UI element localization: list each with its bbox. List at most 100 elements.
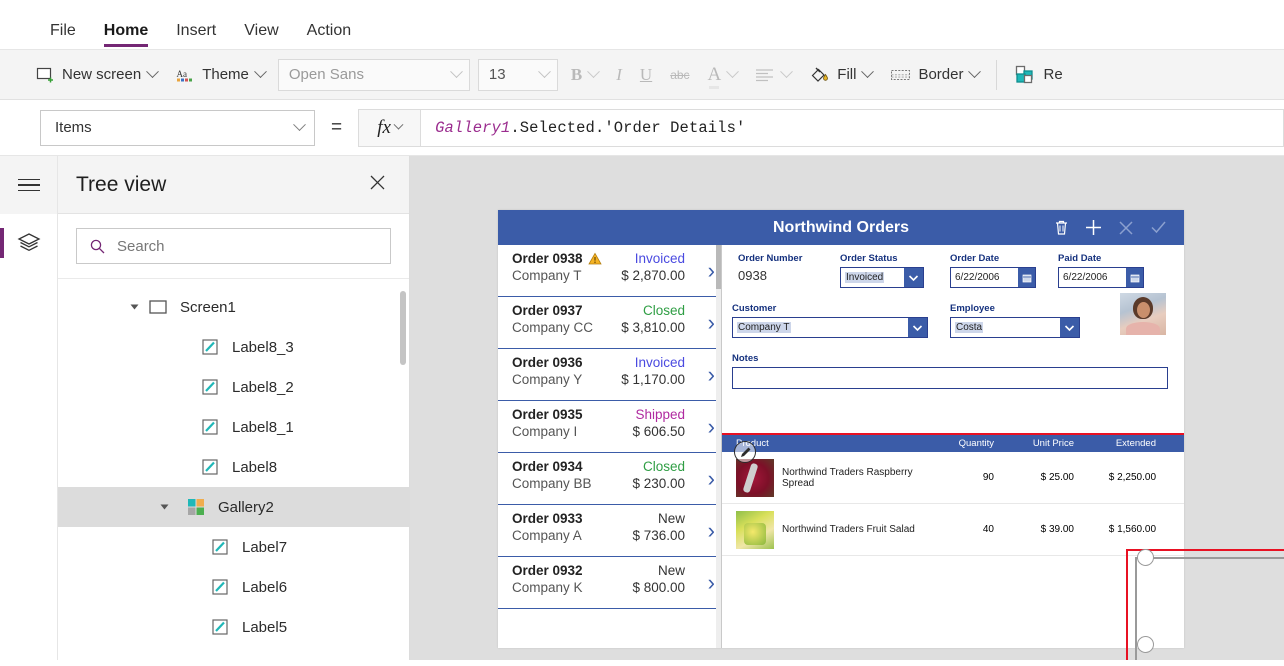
order-list-item[interactable]: Order 0937 Closed Company CC $ 3,810.00 …: [498, 297, 721, 349]
calendar-icon[interactable]: [1018, 268, 1035, 287]
font-color-button[interactable]: A: [699, 58, 747, 92]
menu-item-insert[interactable]: Insert: [162, 23, 230, 49]
chevron-right-icon[interactable]: ›: [708, 311, 715, 334]
tree-scrollbar[interactable]: [400, 291, 406, 365]
order-status-dropdown[interactable]: Invoiced: [840, 267, 924, 288]
rail-item-tree-view[interactable]: [0, 214, 57, 272]
order-list-item[interactable]: Order 0932 New Company K $ 800.00 ›: [498, 557, 721, 609]
order-date-input[interactable]: 6/22/2006: [950, 267, 1036, 288]
notes-input[interactable]: [732, 367, 1168, 389]
chevron-down-icon: [254, 65, 267, 79]
underline-button[interactable]: U: [631, 58, 661, 92]
new-order-button[interactable]: [1084, 218, 1103, 237]
tree-node-label8_3[interactable]: Label8_3: [58, 327, 409, 367]
tree-node-gallery2[interactable]: Gallery2: [58, 487, 409, 527]
tree-node-image3[interactable]: Image3: [58, 647, 409, 661]
tree-node-screen1[interactable]: Screen1: [58, 287, 409, 327]
main-area: Tree view Scre: [0, 156, 1284, 660]
resize-handle-middle-left[interactable]: [1137, 636, 1154, 653]
order-number: Order 0937: [512, 303, 583, 318]
gallery-scrollbar[interactable]: [716, 245, 721, 648]
close-icon[interactable]: [364, 169, 391, 200]
border-button[interactable]: Border: [881, 58, 988, 92]
order-details-gallery[interactable]: Product Quantity Unit Price Extended Nor…: [722, 433, 1184, 648]
customer-dropdown[interactable]: Company T: [732, 317, 928, 338]
subgrid-header: Product Quantity Unit Price Extended: [722, 435, 1184, 452]
delete-order-button[interactable]: [1053, 219, 1070, 236]
order-list-item[interactable]: Order 0936 Invoiced Company Y $ 1,170.00…: [498, 349, 721, 401]
tree-node-label5[interactable]: Label5: [58, 607, 409, 647]
chevron-right-icon[interactable]: ›: [708, 415, 715, 438]
tree-node-list: Screen1 Label8_3 Label8_2 Label8_1 Label…: [58, 279, 409, 660]
tree-node-label8_1[interactable]: Label8_1: [58, 407, 409, 447]
save-order-button[interactable]: [1149, 218, 1168, 237]
expand-toggle[interactable]: [156, 503, 172, 511]
tree-node-label8[interactable]: Label8: [58, 447, 409, 487]
font-family-select[interactable]: Open Sans: [277, 58, 470, 91]
resize-handle-top-left[interactable]: [1137, 549, 1154, 566]
search-input[interactable]: [115, 236, 378, 256]
employee-dropdown[interactable]: Costa: [950, 317, 1080, 338]
customer-field: Customer Company T: [732, 303, 928, 338]
order-list-item[interactable]: Order 0935 Shipped Company I $ 606.50 ›: [498, 401, 721, 453]
new-screen-button[interactable]: New screen: [26, 58, 166, 92]
order-number-field: Order Number 0938: [738, 253, 816, 283]
fill-bucket-icon: [809, 64, 830, 85]
search-box[interactable]: [76, 228, 391, 264]
tree-node-label8_2[interactable]: Label8_2: [58, 367, 409, 407]
theme-button[interactable]: Aa Theme: [166, 58, 274, 92]
menu-item-action[interactable]: Action: [293, 23, 365, 49]
search-container: [58, 214, 409, 279]
italic-button[interactable]: I: [607, 58, 631, 92]
strikethrough-button[interactable]: abc: [661, 58, 698, 92]
order-list-item[interactable]: Order 0938 Invoiced Company T $ 2,870.00…: [498, 245, 721, 297]
tree-node-label6[interactable]: Label6: [58, 567, 409, 607]
chevron-right-icon[interactable]: ›: [708, 519, 715, 542]
fill-label: Fill: [837, 66, 857, 83]
property-select-value: Items: [55, 119, 92, 136]
chevron-down-icon[interactable]: [1060, 318, 1079, 337]
product-extended: $ 2,250.00: [1108, 472, 1156, 483]
calendar-icon[interactable]: [1126, 268, 1143, 287]
tree-node-label7[interactable]: Label7: [58, 527, 409, 567]
order-status: Invoiced: [634, 355, 685, 370]
expand-toggle[interactable]: [126, 303, 142, 311]
align-button[interactable]: [746, 58, 800, 92]
chevron-down-icon[interactable]: [904, 268, 923, 287]
cancel-edit-button[interactable]: [1117, 219, 1135, 237]
order-amount: $ 3,810.00: [621, 320, 685, 335]
font-color-swatch: [708, 85, 720, 89]
font-size-select[interactable]: 13: [477, 58, 558, 91]
chevron-right-icon[interactable]: ›: [708, 571, 715, 594]
menu-item-view[interactable]: View: [230, 23, 292, 49]
fill-button[interactable]: Fill: [800, 58, 881, 92]
fx-button[interactable]: fx: [358, 108, 421, 147]
chevron-down-icon[interactable]: [908, 318, 927, 337]
order-list-item[interactable]: Order 0933 New Company A $ 736.00 ›: [498, 505, 721, 557]
chevron-right-icon[interactable]: ›: [708, 259, 715, 282]
menu-item-home[interactable]: Home: [90, 23, 162, 49]
canvas-area[interactable]: Northwind Orders Order 0938 Invoiced Com…: [410, 156, 1284, 660]
reorder-button[interactable]: Re: [1005, 58, 1071, 92]
subgrid-row[interactable]: Northwind Traders Fruit Salad 40 $ 39.00…: [722, 504, 1184, 556]
formula-input[interactable]: Gallery1 .Selected.'Order Details': [420, 108, 1284, 147]
employee-field: Employee Costa: [950, 303, 1080, 338]
order-list-item[interactable]: Order 0934 Closed Company BB $ 230.00 ›: [498, 453, 721, 505]
subgrid-row[interactable]: Northwind Traders Raspberry Spread 90 $ …: [722, 452, 1184, 504]
property-select[interactable]: Items: [40, 109, 315, 146]
gallery-scrollbar-thumb[interactable]: [716, 245, 721, 289]
tree-node-label: Label8_2: [232, 378, 294, 396]
chevron-right-icon[interactable]: ›: [708, 467, 715, 490]
app-header: Northwind Orders: [498, 210, 1184, 245]
hamburger-menu-button[interactable]: [0, 156, 57, 214]
order-date-label: Order Date: [950, 253, 1000, 264]
tree-node-label: Gallery2: [218, 498, 274, 516]
paid-date-input[interactable]: 6/22/2006: [1058, 267, 1144, 288]
edit-pencil-icon[interactable]: [734, 441, 756, 463]
orders-gallery[interactable]: Order 0938 Invoiced Company T $ 2,870.00…: [498, 245, 722, 648]
bold-button[interactable]: B: [562, 58, 607, 92]
menu-item-file[interactable]: File: [36, 23, 90, 49]
chevron-right-icon[interactable]: ›: [708, 363, 715, 386]
column-header-unit-price: Unit Price: [1032, 438, 1074, 449]
order-status-label: Order Status: [840, 253, 898, 264]
